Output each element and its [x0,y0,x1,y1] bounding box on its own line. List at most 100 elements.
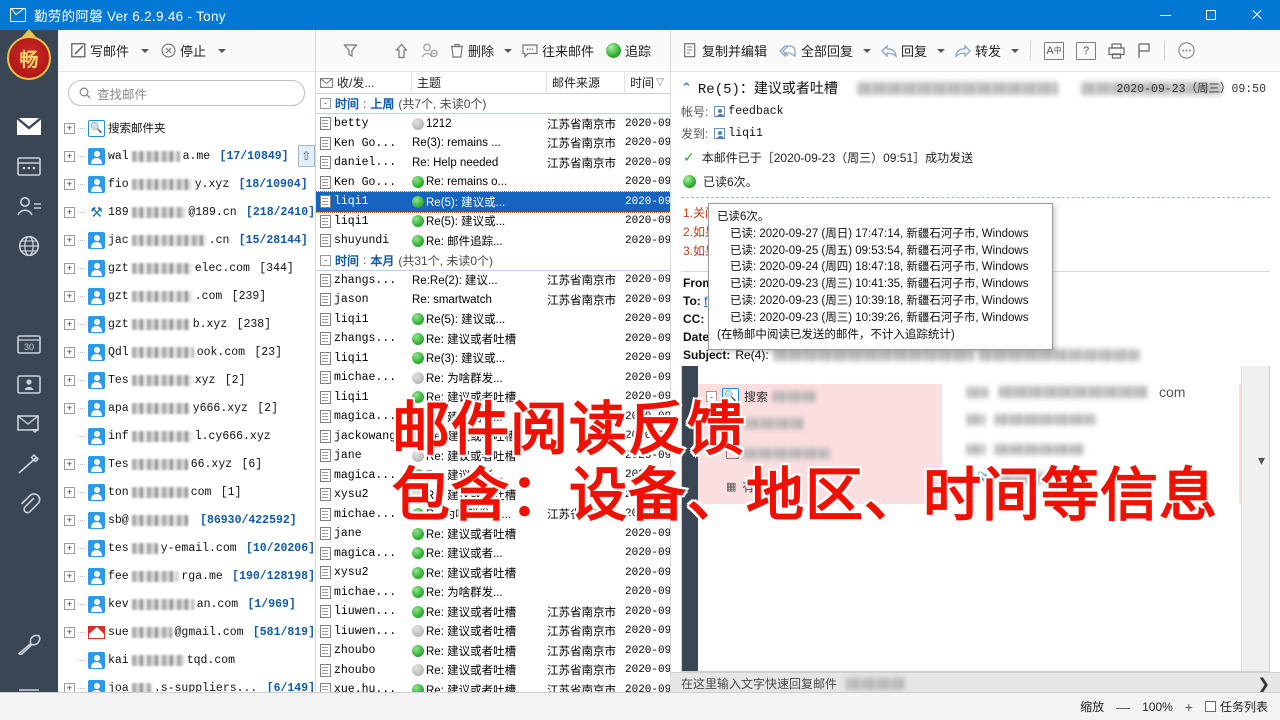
mail-row[interactable]: betty 1212 江苏省南京市 2020-09-25... [316,114,670,134]
collapse-chevron-icon[interactable]: ⌃ [681,80,692,96]
zoom-in-button[interactable]: + [1185,699,1193,715]
mail-row[interactable]: xysu2 Re: 建议或者吐槽 2020-09-15... [316,563,670,583]
id-card-icon[interactable] [0,364,58,404]
mail-group-header[interactable]: - 时间: 上周 (共7个, 未读0个) [316,94,670,114]
reply-dropdown-icon[interactable] [937,48,946,53]
forward-dropdown-icon[interactable] [1011,48,1020,53]
folder-expander[interactable]: + [64,458,75,470]
globe-icon[interactable] [0,226,58,266]
quick-reply-send-icon[interactable]: ❯ [1257,675,1270,693]
mail-row[interactable]: zhangs... Re: 建议或者吐槽 2020-09-18... [316,329,670,349]
folder-expander[interactable]: + [64,626,75,638]
close-button[interactable] [1234,0,1280,30]
mail-row[interactable]: zhangs... Re:Re(2): 建议... 江苏省南京市 2020-09-18… [316,271,670,291]
calendar-30-icon[interactable]: 30 [0,324,58,364]
folder-row[interactable]: + wal a.me [17/10849] ⇧ [58,142,315,170]
folder-expander[interactable]: + [64,234,75,246]
tasklist-toggle[interactable]: 任务列表 [1204,698,1268,715]
copy-edit-button[interactable]: 复制并编辑 [679,38,772,63]
folder-expander[interactable]: + [64,206,75,218]
folder-pin-button[interactable]: ⇧ [297,145,315,167]
stop-dropdown-icon[interactable] [218,48,227,53]
more-button[interactable] [1173,39,1200,62]
move-up-button[interactable] [389,40,414,62]
mail-row[interactable]: Ken Go... Re: remains o... 2020-09-23... [316,173,670,193]
mail-filter-icon[interactable] [0,404,58,444]
forward-button[interactable]: 转发 [950,38,1006,63]
folder-expander[interactable]: + [64,402,75,414]
mail-list[interactable]: -时间:上周(共7个, 未读0个) betty 1212 江苏省南京市 2020-09-… [316,94,670,700]
mail-row[interactable]: magica... Re: 建议或者... 2020-09-16... [316,466,670,486]
quoted-to-value[interactable]: f [704,294,707,308]
stop-button[interactable]: 停止 [156,38,211,63]
group-collapse-icon[interactable]: - [320,98,331,109]
mail-row[interactable]: jackowang Re: 建议或者吐槽 2020-09-16... [316,427,670,447]
folder-row[interactable]: + Tes 66.xyz [6] [58,450,315,478]
pencil-icon[interactable] [0,444,58,484]
folder-row[interactable]: + fee rga.me [190/128198] [58,562,315,590]
mail-row[interactable]: liuwen... Re: 建议或者吐槽 江苏省南京市 2020-09-05... [316,602,670,622]
folder-expander[interactable]: + [64,178,75,190]
minimize-button[interactable] [1142,0,1188,30]
folder-list[interactable]: + 🔍 搜索邮件夹 + wal a.me [17/10849] ⇧ + fio y.xyz [18… [58,112,315,720]
translate-button[interactable]: A中 [1039,39,1069,63]
reply-all-button[interactable]: 全部回复 [774,38,858,63]
folder-expander[interactable]: + [64,262,75,274]
contacts-icon[interactable] [0,186,58,226]
paperclip-icon[interactable] [0,484,58,524]
mail-row[interactable]: Ken Go... Re(3): remains ... 江苏省南京市 2020-09… [316,134,670,154]
delete-button[interactable]: 删除 [445,38,499,63]
mail-row[interactable]: liqi1 Re(5): 建议或... 2020-09-23... [316,191,670,213]
folder-row[interactable]: + fio y.xyz [18/10904] [58,170,315,198]
sort-indicator-icon[interactable]: ▽ [656,72,664,94]
folder-row[interactable]: + ⚒ 189 @189.cn [218/2410] [58,198,315,226]
delete-dropdown-icon[interactable] [504,48,513,53]
folder-expander[interactable]: + [64,542,75,554]
column-header-subject[interactable]: 主题 [412,71,547,94]
column-header-from[interactable]: 收/发... [337,72,374,94]
group-collapse-icon[interactable]: - [320,254,331,266]
mail-row[interactable]: liqi1 Re(5): 建议或... 2020-09-18... [316,310,670,330]
flag-button[interactable] [1132,40,1156,62]
filter-button[interactable] [338,40,363,61]
mail-row[interactable]: liqi1 Re(3): 建议或... 2020-09-18... [316,349,670,369]
column-header-time[interactable]: 时间 [630,72,654,94]
account-chip[interactable]: feedback [714,105,784,118]
folder-row[interactable]: + sb@ [86930/422592] [58,506,315,534]
column-header-source[interactable]: 邮件来源 [547,71,625,94]
folder-row[interactable]: inf l.cy666.xyz [58,422,315,450]
folder-expander[interactable]: + [64,598,75,610]
mail-group-header[interactable]: - 时间: 本月 (共31个, 未读0个) [316,250,670,271]
compose-button[interactable]: 写邮件 [66,38,134,63]
folder-row[interactable]: + ton com [1] [58,478,315,506]
mail-row[interactable]: jason Re: smartwatch 江苏省南京市 2020-09-18... [316,290,670,310]
zoom-out-button[interactable]: — [1116,699,1130,715]
folder-row[interactable]: + kev an.com [1/969] [58,590,315,618]
calendar-icon[interactable] [0,146,58,186]
mail-row[interactable]: michae... Re: 为啥群发... 2020-09-18 [316,368,670,388]
track-button[interactable]: 追踪 [601,38,656,63]
wrench-icon[interactable] [0,624,58,664]
mail-row[interactable]: liuwen... Re: 建议或者吐槽 江苏省南京市 2020-09-05... [316,622,670,642]
folder-row[interactable]: + gzt b.xyz [238] [58,310,315,338]
folder-row[interactable]: + gzt elec.com [344] [58,254,315,282]
help-button[interactable]: ? [1071,39,1101,63]
mail-row[interactable]: jane Re: 建议或者吐槽 2020-09-15... [316,524,670,544]
folder-expander[interactable]: + [64,150,75,162]
mail-row[interactable]: liqi1 Re(5): 建议或... 2020-09-23... [316,212,670,232]
mail-row[interactable]: magica... Re: 建议或者... 2020-09-15... [316,544,670,564]
folder-row[interactable]: + jac .cn [15/28144] [58,226,315,254]
compose-dropdown-icon[interactable] [141,48,150,53]
reply-all-dropdown-icon[interactable] [863,48,872,53]
folder-row[interactable]: + apa y666.xyz [2] [58,394,315,422]
folder-row[interactable]: + 🔍 搜索邮件夹 [58,114,315,142]
mail-row[interactable]: zhoubo Re: 建议或者吐槽 江苏省南京市 2020-09-04... [316,641,670,661]
folder-expander[interactable]: + [64,374,75,386]
folder-row[interactable]: + tes y-email.com [10/20206] [58,534,315,562]
print-button[interactable] [1103,40,1130,62]
mail-row[interactable]: liqi1 Re: 建议或者吐槽 2020-09-17... [316,388,670,408]
mail-row[interactable]: michae... Re:为啥群发单... 江苏省南京市 2020-09-16... [316,505,670,525]
folder-expander[interactable]: + [64,318,75,330]
tasklist-checkbox[interactable] [1204,701,1216,712]
recipient-chip[interactable]: liqi1 [714,127,763,140]
